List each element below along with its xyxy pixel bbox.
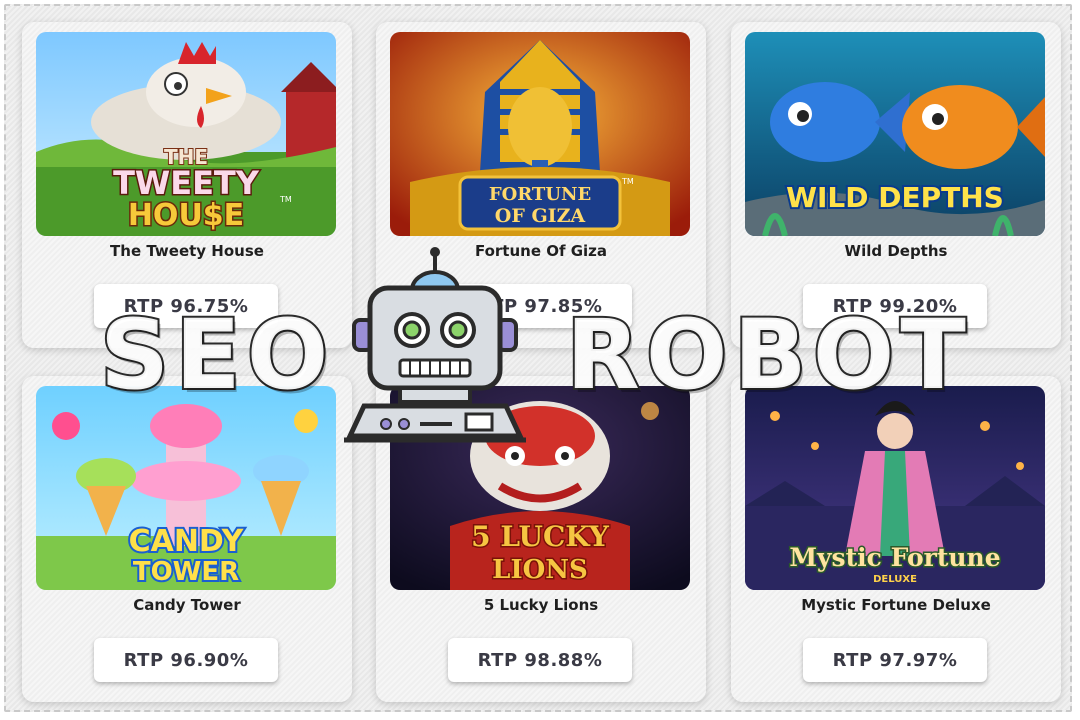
logo-tm: TM bbox=[621, 177, 634, 186]
rtp-badge[interactable]: RTP 97.97% bbox=[803, 638, 987, 682]
game-thumbnail[interactable]: WILD DEPTHS bbox=[745, 32, 1045, 236]
game-card-candy-tower[interactable]: CANDY TOWER Candy Tower RTP 96.90% bbox=[22, 376, 352, 702]
logo-text-line1: WILD DEPTHS bbox=[786, 181, 1004, 214]
game-title[interactable]: Wild Depths bbox=[731, 242, 1061, 260]
logo-text-line2: LIONS bbox=[492, 555, 588, 585]
logo-text-line2: DELUXE bbox=[873, 574, 917, 585]
logo-text-line2: OF GIZA bbox=[495, 205, 586, 227]
watermark-text-left: SEO bbox=[98, 298, 335, 412]
game-thumbnail[interactable]: CANDY TOWER bbox=[36, 386, 336, 590]
logo-text-line3: HOU$E bbox=[128, 198, 244, 233]
robot-icon bbox=[344, 247, 526, 443]
fortune-of-giza-logo: FORTUNE OF GIZA TM bbox=[458, 175, 634, 231]
candy-tower-logo: CANDY TOWER bbox=[127, 522, 247, 589]
game-title[interactable]: Candy Tower bbox=[22, 596, 352, 614]
game-thumbnail[interactable]: FORTUNE OF GIZA TM bbox=[390, 32, 690, 236]
logo-text-line1: 5 LUCKY bbox=[471, 520, 610, 553]
tweety-house-logo: THE TWEETY HOU$E TM bbox=[112, 144, 292, 235]
rtp-badge[interactable]: RTP 98.88% bbox=[448, 638, 632, 682]
game-thumbnail[interactable]: Mystic Fortune DELUXE bbox=[745, 386, 1045, 590]
logo-tm: TM bbox=[279, 195, 292, 204]
logo-text-line2: TWEETY bbox=[113, 164, 260, 202]
rtp-badge[interactable]: RTP 96.90% bbox=[94, 638, 278, 682]
watermark-text-right: ROBOT bbox=[564, 298, 972, 412]
logo-text-line1: FORTUNE bbox=[489, 184, 591, 205]
game-title[interactable]: 5 Lucky Lions bbox=[376, 596, 706, 614]
game-thumbnail[interactable]: THE TWEETY HOU$E TM bbox=[36, 32, 336, 236]
wild-depths-logo: WILD DEPTHS bbox=[784, 179, 1006, 216]
mystic-fortune-logo: Mystic Fortune DELUXE bbox=[788, 542, 1002, 586]
logo-text-line2: TOWER bbox=[133, 557, 239, 587]
logo-text-line1: CANDY bbox=[129, 524, 245, 559]
game-card-mystic-fortune-deluxe[interactable]: Mystic Fortune DELUXE Mystic Fortune Del… bbox=[731, 376, 1061, 702]
game-title[interactable]: Mystic Fortune Deluxe bbox=[731, 596, 1061, 614]
game-title[interactable]: The Tweety House bbox=[22, 242, 352, 260]
logo-text-line1: Mystic Fortune bbox=[789, 543, 1000, 572]
